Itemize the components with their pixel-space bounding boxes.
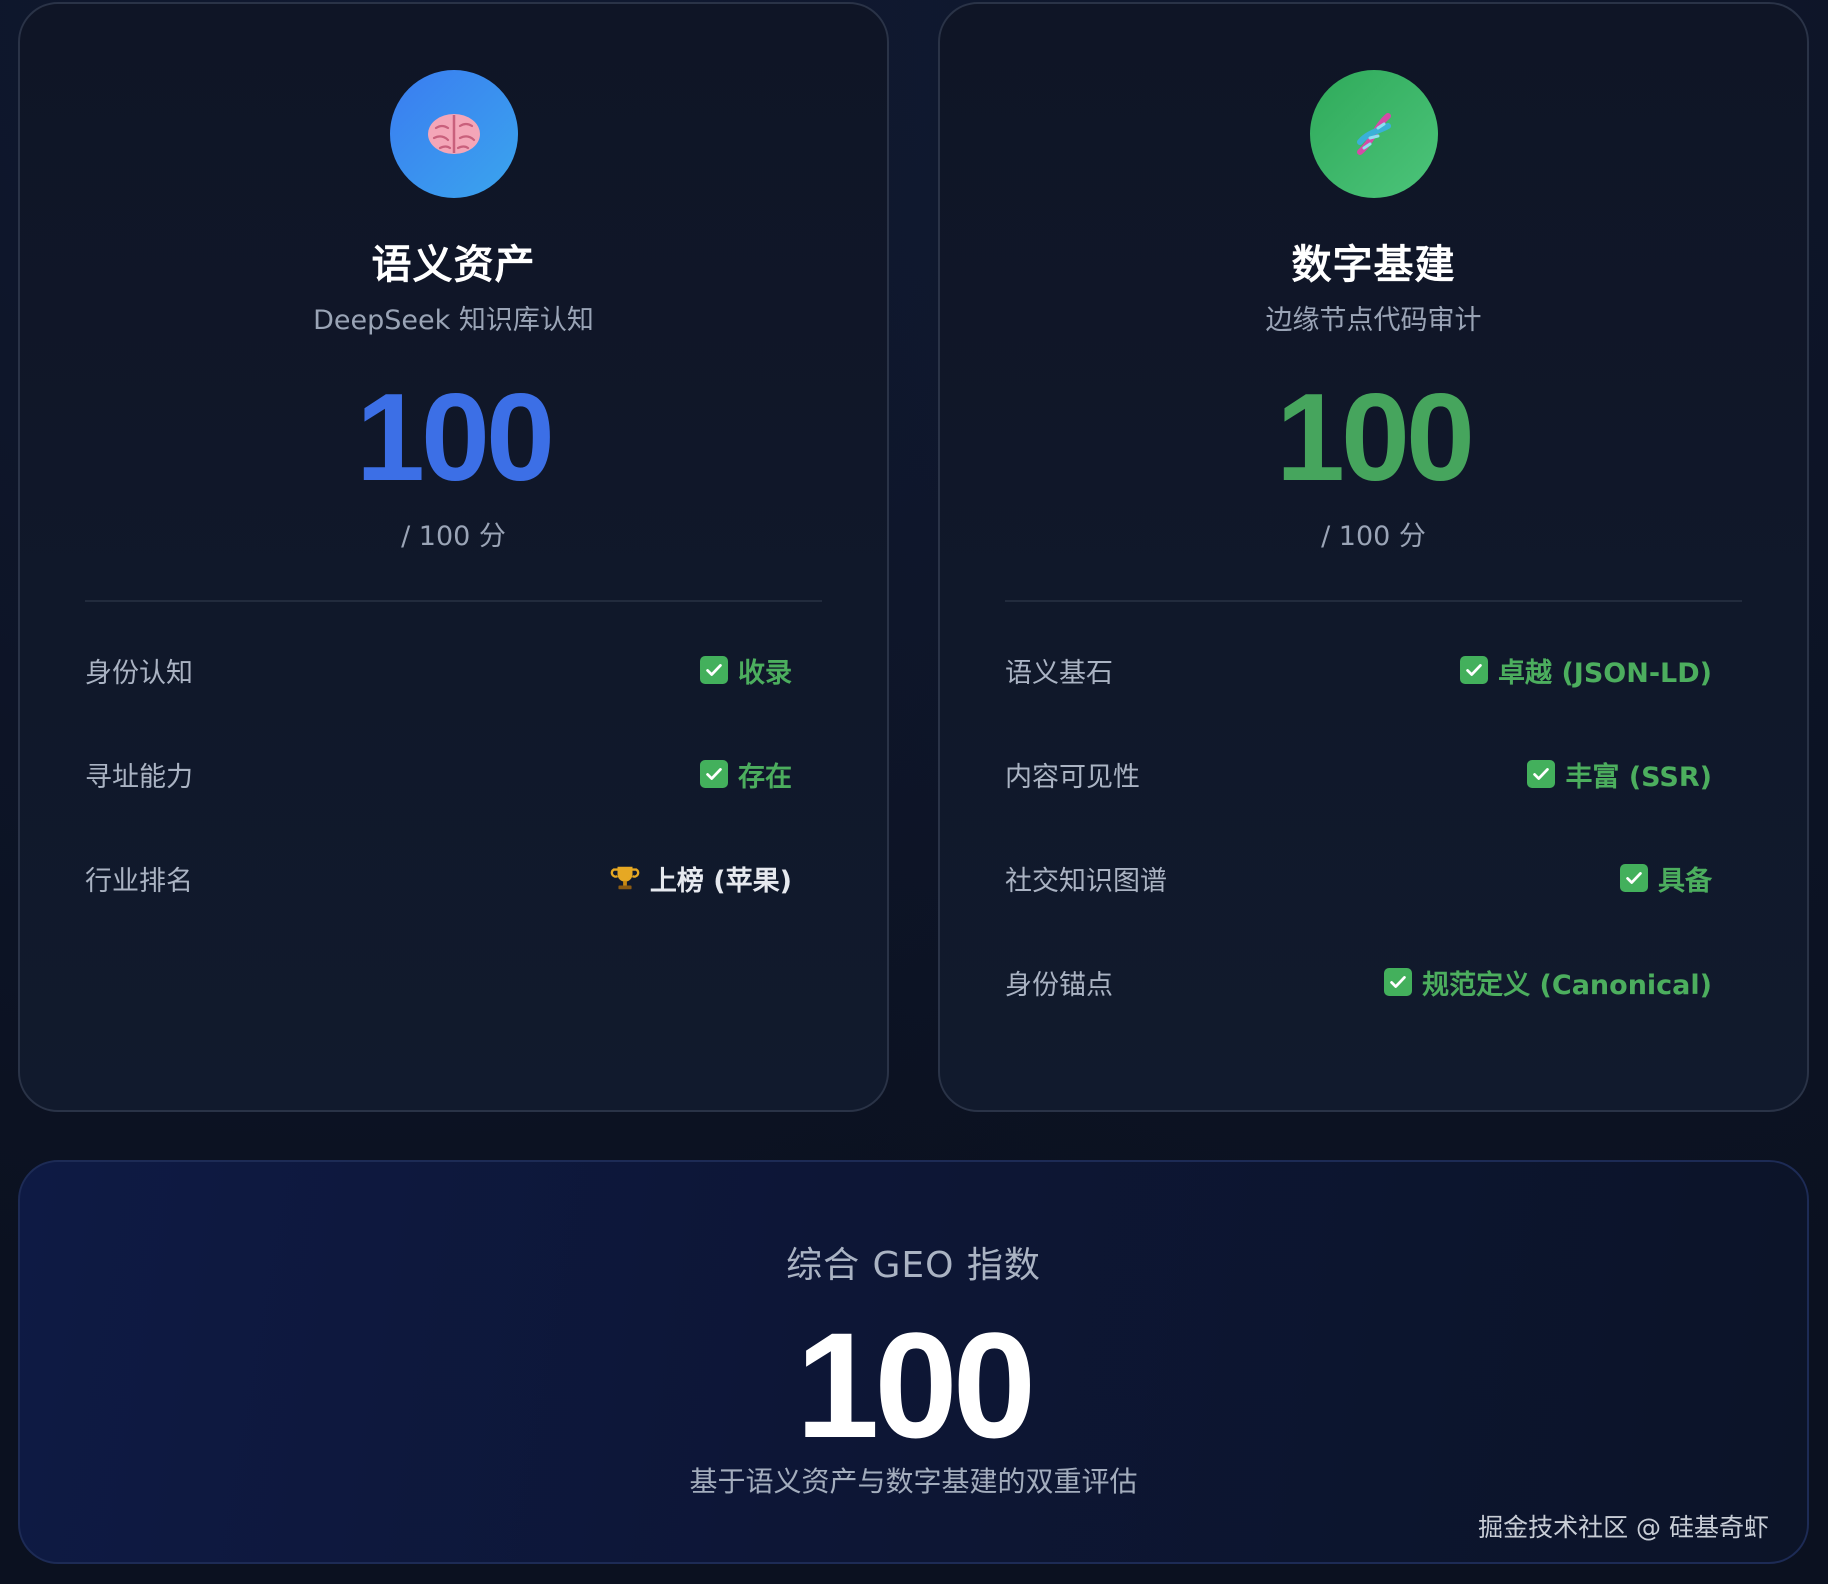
card-title: 语义资产 xyxy=(371,242,536,288)
metric-value: 上榜 (苹果) xyxy=(610,859,792,898)
metric-row-addressing: 寻址能力 存在 xyxy=(85,752,792,796)
metric-value-text: 卓越 (JSON-LD) xyxy=(1498,657,1712,689)
metric-value: 具备 xyxy=(1620,859,1712,898)
card-score: 100 xyxy=(356,369,555,507)
dna-icon xyxy=(1309,70,1438,198)
geo-index-score: 100 xyxy=(795,1301,1036,1469)
digital-infra-card: 数字基建 边缘节点代码审计 100 / 100 分 语义基石 卓越 (JSON-… xyxy=(938,2,1809,1112)
metric-label: 身份锚点 xyxy=(1005,969,1113,1001)
card-score: 100 xyxy=(1276,369,1475,507)
metric-label: 身份认知 xyxy=(85,657,193,689)
card-subtitle: DeepSeek 知识库认知 xyxy=(313,305,594,336)
metric-value: 丰富 (SSR) xyxy=(1527,755,1712,794)
metric-row-visibility: 内容可见性 丰富 (SSR) xyxy=(1005,752,1712,796)
metric-row-identity: 身份认知 收录 xyxy=(85,648,792,692)
geo-index-title: 综合 GEO 指数 xyxy=(786,1245,1041,1286)
metric-row-ranking: 行业排名 上榜 (苹果) xyxy=(85,856,792,900)
metric-label: 内容可见性 xyxy=(1005,761,1140,793)
metric-row-identity-anchor: 身份锚点 规范定义 (Canonical) xyxy=(1005,960,1712,1004)
check-icon xyxy=(1460,656,1489,684)
semantic-asset-card: 语义资产 DeepSeek 知识库认知 100 / 100 分 身份认知 收录 … xyxy=(18,2,889,1112)
metric-value-text: 具备 xyxy=(1658,865,1712,897)
metric-label: 行业排名 xyxy=(85,865,193,897)
metric-label: 寻址能力 xyxy=(85,761,193,793)
metric-value: 卓越 (JSON-LD) xyxy=(1460,651,1712,690)
brain-icon xyxy=(389,70,518,198)
metric-row-semantic-base: 语义基石 卓越 (JSON-LD) xyxy=(1005,648,1712,692)
card-title: 数字基建 xyxy=(1291,242,1456,288)
divider xyxy=(1005,600,1742,602)
metric-value-text: 收录 xyxy=(738,657,792,689)
metric-label: 社交知识图谱 xyxy=(1005,865,1167,897)
check-icon xyxy=(1620,864,1648,892)
trophy-icon xyxy=(610,863,640,893)
check-icon xyxy=(700,760,728,788)
metric-value: 收录 xyxy=(700,651,792,690)
metric-value-text: 存在 xyxy=(738,761,792,793)
metric-value-text: 规范定义 (Canonical) xyxy=(1422,969,1712,1001)
card-subtitle: 边缘节点代码审计 xyxy=(1265,305,1482,336)
metric-value: 存在 xyxy=(700,755,792,794)
divider xyxy=(85,600,822,602)
geo-index-panel: 综合 GEO 指数 100 基于语义资产与数字基建的双重评估 掘金技术社区 @ … xyxy=(18,1160,1809,1564)
watermark: 掘金技术社区 @ 硅基奇虾 xyxy=(1478,1513,1769,1542)
geo-index-description: 基于语义资产与数字基建的双重评估 xyxy=(689,1465,1138,1498)
metric-row-knowledge-graph: 社交知识图谱 具备 xyxy=(1005,856,1712,900)
metric-label: 语义基石 xyxy=(1005,657,1113,689)
card-max-score: / 100 分 xyxy=(1321,521,1426,552)
check-icon xyxy=(1384,968,1413,996)
metric-value-text: 丰富 (SSR) xyxy=(1565,761,1712,793)
check-icon xyxy=(1527,760,1556,788)
metric-value-text: 上榜 (苹果) xyxy=(649,865,792,897)
card-max-score: / 100 分 xyxy=(401,521,506,552)
check-icon xyxy=(700,656,728,684)
metric-value: 规范定义 (Canonical) xyxy=(1384,963,1712,1002)
